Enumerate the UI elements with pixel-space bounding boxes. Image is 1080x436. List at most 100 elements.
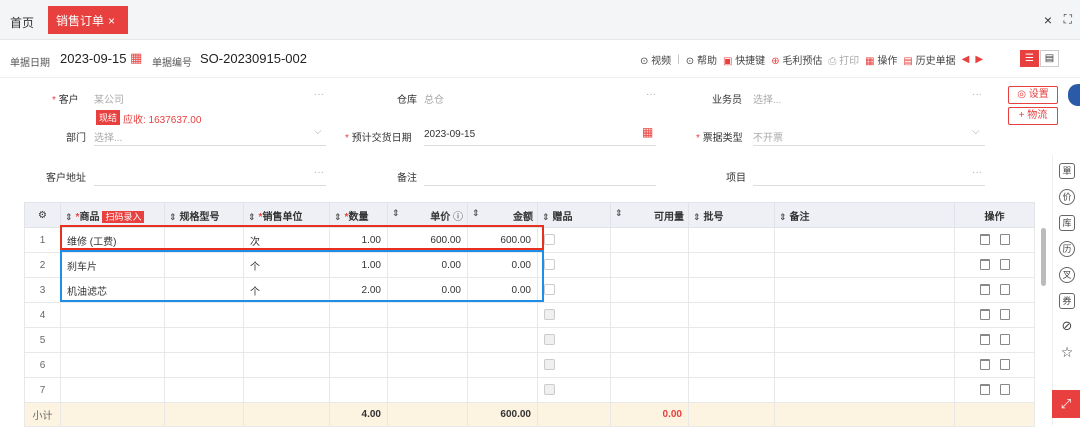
amount-cell[interactable] bbox=[467, 327, 538, 353]
spec-cell[interactable] bbox=[164, 302, 244, 328]
amount-cell[interactable] bbox=[467, 302, 538, 328]
price-cell[interactable]: 0.00 bbox=[387, 277, 468, 303]
address-field[interactable] bbox=[94, 185, 326, 186]
amount-cell[interactable]: 0.00 bbox=[467, 252, 538, 278]
order-icon[interactable]: 單 bbox=[1059, 163, 1075, 179]
price-cell[interactable]: 600.00 bbox=[387, 227, 468, 253]
product-cell[interactable] bbox=[60, 302, 165, 328]
col-available[interactable]: ⇕ 可用量 bbox=[610, 202, 689, 228]
remark-cell[interactable] bbox=[774, 252, 955, 278]
invoice-type-field[interactable]: 不开票 bbox=[753, 129, 783, 144]
dept-field[interactable]: 选择... bbox=[94, 129, 122, 144]
spec-cell[interactable] bbox=[164, 277, 244, 303]
history-icon[interactable]: 历 bbox=[1059, 241, 1075, 257]
col-product[interactable]: ⇕ *商品 扫码录入 bbox=[60, 202, 165, 228]
copy-icon[interactable] bbox=[999, 284, 1010, 296]
scan-input-button[interactable]: 扫码录入 bbox=[102, 210, 145, 223]
remark-cell[interactable] bbox=[774, 352, 955, 378]
profit-button[interactable]: ⊕ 毛利预估 bbox=[771, 52, 822, 67]
delivery-date-field[interactable]: 2023-09-15 bbox=[424, 129, 475, 140]
fullscreen-icon[interactable]: ⛶ bbox=[1064, 12, 1072, 27]
amount-cell[interactable]: 0.00 bbox=[467, 277, 538, 303]
column-settings-icon[interactable]: ⚙ bbox=[24, 202, 61, 228]
tab-close-icon[interactable]: × bbox=[108, 14, 115, 28]
spec-cell[interactable] bbox=[164, 352, 244, 378]
product-cell[interactable] bbox=[60, 377, 165, 403]
product-cell[interactable]: 刹车片 bbox=[60, 252, 165, 278]
delete-icon[interactable] bbox=[979, 384, 990, 396]
qty-cell[interactable] bbox=[329, 327, 388, 353]
prev-icon[interactable]: ◀ bbox=[962, 54, 970, 65]
delete-icon[interactable] bbox=[979, 309, 990, 321]
calendar-icon[interactable]: ▦ bbox=[130, 50, 142, 66]
price-cell[interactable] bbox=[387, 377, 468, 403]
delete-icon[interactable] bbox=[979, 259, 990, 271]
star-icon[interactable]: ☆ bbox=[1059, 345, 1075, 361]
history-button[interactable]: ▤ 历史单据 bbox=[903, 52, 955, 67]
delivery-calendar-icon[interactable]: ▦ bbox=[642, 125, 653, 139]
qty-cell[interactable]: 1.00 bbox=[329, 252, 388, 278]
delete-icon[interactable] bbox=[979, 359, 990, 371]
price-icon[interactable]: 价 bbox=[1059, 189, 1075, 205]
copy-icon[interactable] bbox=[999, 309, 1010, 321]
help-button[interactable]: ⊙ 帮助 bbox=[686, 52, 717, 67]
unit-cell[interactable] bbox=[243, 302, 330, 328]
batch-cell[interactable] bbox=[688, 352, 775, 378]
list-view-icon[interactable]: ☰ bbox=[1020, 50, 1039, 67]
amount-cell[interactable] bbox=[467, 377, 538, 403]
delete-icon[interactable] bbox=[979, 234, 990, 246]
tab-home[interactable]: 首页 bbox=[10, 14, 34, 31]
salesman-field[interactable]: 选择... bbox=[753, 91, 781, 106]
attachment-icon[interactable]: ⊘ bbox=[1059, 319, 1075, 335]
project-field[interactable] bbox=[753, 185, 985, 186]
product-cell[interactable] bbox=[60, 352, 165, 378]
invoice-chevron-down-icon[interactable]: ⌵ bbox=[972, 126, 980, 137]
gift-cell[interactable] bbox=[537, 277, 611, 303]
customer-more-icon[interactable]: ··· bbox=[314, 89, 324, 100]
copy-icon[interactable] bbox=[999, 334, 1010, 346]
project-more-icon[interactable]: ··· bbox=[972, 167, 982, 178]
col-unit[interactable]: ⇕ *销售单位 bbox=[243, 202, 330, 228]
copy-icon[interactable] bbox=[999, 259, 1010, 271]
qty-cell[interactable]: 1.00 bbox=[329, 227, 388, 253]
copy-icon[interactable] bbox=[999, 234, 1010, 246]
price-cell[interactable]: 0.00 bbox=[387, 252, 468, 278]
unit-cell[interactable]: 次 bbox=[243, 227, 330, 253]
print-button[interactable]: ⎙ 打印 bbox=[828, 52, 859, 67]
remark-cell[interactable] bbox=[774, 227, 955, 253]
qty-cell[interactable] bbox=[329, 302, 388, 328]
remark-cell[interactable] bbox=[774, 277, 955, 303]
batch-cell[interactable] bbox=[688, 252, 775, 278]
col-price[interactable]: ⇕ 单价 ⓘ bbox=[387, 202, 468, 228]
qty-cell[interactable]: 2.00 bbox=[329, 277, 388, 303]
date-value[interactable]: 2023-09-15 bbox=[60, 51, 127, 66]
col-amount[interactable]: ⇕ 金额 bbox=[467, 202, 538, 228]
close-icon[interactable]: × bbox=[1044, 12, 1052, 28]
grid-view-icon[interactable]: ▤ bbox=[1040, 50, 1059, 67]
batch-cell[interactable] bbox=[688, 302, 775, 328]
unit-cell[interactable]: 个 bbox=[243, 277, 330, 303]
price-cell[interactable] bbox=[387, 352, 468, 378]
product-cell[interactable]: 机油滤芯 bbox=[60, 277, 165, 303]
coupon-icon[interactable]: 券 bbox=[1059, 293, 1075, 309]
shortcut-button[interactable]: ▣ 快捷键 bbox=[723, 52, 765, 67]
copy-icon[interactable] bbox=[999, 359, 1010, 371]
tab-sales-order[interactable]: 销售订单 × bbox=[48, 6, 128, 34]
qty-cell[interactable] bbox=[329, 377, 388, 403]
logistics-button[interactable]: + 物流 bbox=[1008, 107, 1058, 125]
qty-cell[interactable] bbox=[329, 352, 388, 378]
dept-chevron-down-icon[interactable]: ⌵ bbox=[314, 126, 322, 137]
remark-cell[interactable] bbox=[774, 327, 955, 353]
col-batch[interactable]: ⇕ 批号 bbox=[688, 202, 775, 228]
delete-icon[interactable] bbox=[979, 334, 990, 346]
settings-button[interactable]: ◎ 设置 bbox=[1008, 86, 1058, 104]
amount-cell[interactable] bbox=[467, 352, 538, 378]
address-more-icon[interactable]: ··· bbox=[314, 167, 324, 178]
stock-icon[interactable]: 库 bbox=[1059, 215, 1075, 231]
price-cell[interactable] bbox=[387, 302, 468, 328]
unit-cell[interactable] bbox=[243, 327, 330, 353]
spec-cell[interactable] bbox=[164, 252, 244, 278]
warehouse-field[interactable]: 总仓 bbox=[424, 91, 444, 106]
col-remark[interactable]: ⇕ 备注 bbox=[774, 202, 955, 228]
col-qty[interactable]: ⇕ *数量 bbox=[329, 202, 388, 228]
